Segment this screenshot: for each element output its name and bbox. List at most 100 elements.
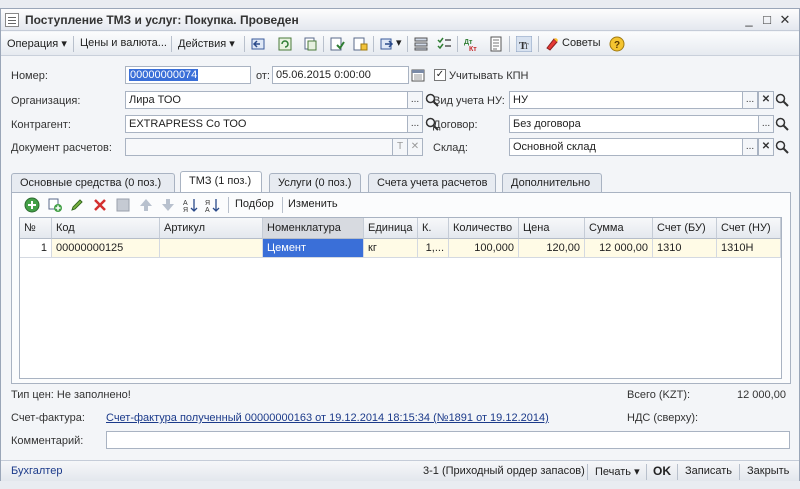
maximize-button[interactable]: □	[759, 12, 775, 28]
svg-text:A: A	[183, 200, 188, 207]
warehouse-select-button[interactable]: ...	[742, 138, 758, 156]
vat-label: НДС (сверху):	[627, 412, 699, 424]
tab-fixed-assets[interactable]: Основные средства (0 поз.)	[11, 173, 175, 192]
organization-field[interactable]: Лира ТОО	[125, 91, 408, 109]
contract-label: Договор:	[433, 119, 478, 131]
column-header-coefficient[interactable]: К.	[418, 218, 449, 239]
inventory-table[interactable]: № Код Артикул Номенклатура Единица К. Ко…	[19, 217, 782, 379]
toolbar-separator	[739, 464, 740, 480]
invoice-link[interactable]: Счет-фактура полученный 00000000163 от 1…	[106, 412, 549, 424]
clear-icon[interactable]: ✕	[758, 138, 774, 156]
copy-row-icon[interactable]	[47, 197, 63, 213]
clear-icon[interactable]: ✕	[758, 91, 774, 109]
number-field[interactable]: 00000000074	[125, 66, 251, 84]
contractor-select-button[interactable]: ...	[407, 115, 423, 133]
tips-button[interactable]: Советы	[562, 37, 600, 49]
tab-additional[interactable]: Дополнительно	[502, 173, 602, 192]
receipt-order-button[interactable]: 3-1 (Приходный ордер запасов)	[423, 465, 585, 477]
contractor-field[interactable]: EXTRAPRESS Co ТОО	[125, 115, 408, 133]
copy-document-icon[interactable]	[302, 36, 318, 52]
sort-ascending-icon[interactable]: AЯ	[183, 197, 199, 213]
tab-inventory[interactable]: ТМЗ (1 поз.)	[180, 171, 262, 193]
contract-field[interactable]: Без договора	[509, 115, 759, 133]
column-header-account-nu[interactable]: Счет (НУ)	[717, 218, 781, 239]
comment-field[interactable]	[106, 431, 790, 449]
table-row-cell-number[interactable]: 1	[20, 239, 52, 258]
table-row-cell-account-nu[interactable]: 1310Н	[717, 239, 781, 258]
tips-icon[interactable]	[544, 36, 560, 52]
table-row-cell-coefficient[interactable]: 1,...	[418, 239, 449, 258]
warehouse-field[interactable]: Основной склад	[509, 138, 743, 156]
minimize-button[interactable]: _	[741, 12, 757, 28]
total-label: Всего (KZT):	[627, 389, 691, 401]
sort-descending-icon[interactable]: ЯA	[205, 197, 221, 213]
text-format-icon[interactable]: TT	[516, 36, 532, 52]
add-row-icon[interactable]	[24, 197, 40, 213]
table-row-cell-unit[interactable]: кг	[364, 239, 418, 258]
delete-row-icon[interactable]	[92, 197, 108, 213]
main-toolbar: Операция ▾ Цены и валюта... Действия ▾ ▾…	[1, 32, 799, 56]
checklist-icon[interactable]	[436, 36, 452, 52]
refresh-icon[interactable]	[277, 36, 293, 52]
tab-settlement-accounts[interactable]: Счета учета расчетов	[368, 173, 496, 192]
table-row-cell-price[interactable]: 120,00	[519, 239, 585, 258]
role-label[interactable]: Бухгалтер	[11, 465, 62, 477]
tax-account-select-button[interactable]: ...	[742, 91, 758, 109]
contract-select-button[interactable]: ...	[758, 115, 774, 133]
close-button[interactable]: Закрыть	[747, 465, 789, 477]
column-header-account-bu[interactable]: Счет (БУ)	[653, 218, 717, 239]
ok-button[interactable]: OK	[653, 464, 671, 478]
date-field[interactable]: 05.06.2015 0:00:00	[272, 66, 409, 84]
post-document-icon[interactable]	[329, 36, 345, 52]
column-header-sum[interactable]: Сумма	[585, 218, 653, 239]
create-based-on-icon[interactable]	[379, 36, 395, 52]
report-icon[interactable]	[488, 36, 504, 52]
table-row-cell-quantity[interactable]: 100,000	[449, 239, 519, 258]
table-row-cell-article[interactable]	[160, 239, 263, 258]
dt-kt-icon[interactable]: ДтКт	[463, 36, 479, 52]
type-select-icon[interactable]: T	[392, 138, 408, 156]
print-menu[interactable]: Печать ▾	[595, 465, 640, 478]
tax-account-type-field[interactable]: НУ	[509, 91, 743, 109]
column-header-number[interactable]: №	[20, 218, 52, 239]
column-header-quantity[interactable]: Количество	[449, 218, 519, 239]
save-button[interactable]: Записать	[685, 465, 732, 477]
toolbar-separator	[228, 197, 229, 213]
clear-icon[interactable]: ✕	[407, 138, 423, 156]
toolbar-separator	[509, 36, 510, 52]
actions-menu[interactable]: Действия ▾	[178, 37, 235, 50]
organization-select-button[interactable]: ...	[407, 91, 423, 109]
search-icon[interactable]	[774, 92, 790, 108]
toolbar-separator	[323, 36, 324, 52]
table-row-cell-account-bu[interactable]: 1310	[653, 239, 717, 258]
move-down-icon[interactable]	[160, 197, 176, 213]
structure-icon[interactable]	[413, 36, 429, 52]
column-header-article[interactable]: Артикул	[160, 218, 263, 239]
search-icon[interactable]	[774, 139, 790, 155]
move-up-icon[interactable]	[138, 197, 154, 213]
back-arrow-icon[interactable]	[250, 36, 266, 52]
end-edit-icon[interactable]	[115, 197, 131, 213]
table-row-cell-nomenclature[interactable]: Цемент	[263, 239, 364, 258]
pick-button[interactable]: Подбор	[235, 198, 274, 210]
chevron-down-icon[interactable]: ▾	[396, 36, 402, 49]
settlement-doc-field[interactable]	[125, 138, 393, 156]
table-toolbar: AЯ ЯA Подбор Изменить	[12, 193, 790, 217]
edit-row-icon[interactable]	[69, 197, 85, 213]
help-icon[interactable]: ?	[609, 36, 625, 52]
table-row-cell-code[interactable]: 00000000125	[52, 239, 160, 258]
close-window-button[interactable]: ✕	[777, 12, 793, 28]
operation-menu[interactable]: Операция ▾	[7, 37, 67, 50]
calendar-icon[interactable]	[410, 67, 426, 83]
change-button[interactable]: Изменить	[288, 198, 338, 210]
column-header-price[interactable]: Цена	[519, 218, 585, 239]
kpn-checkbox[interactable]: ✓	[434, 69, 446, 81]
table-row-cell-sum[interactable]: 12 000,00	[585, 239, 653, 258]
prices-currency-button[interactable]: Цены и валюта...	[80, 37, 167, 49]
search-icon[interactable]	[774, 116, 790, 132]
column-header-unit[interactable]: Единица	[364, 218, 418, 239]
tab-services[interactable]: Услуги (0 поз.)	[269, 173, 361, 192]
unpost-document-icon[interactable]	[352, 36, 368, 52]
column-header-code[interactable]: Код	[52, 218, 160, 239]
column-header-nomenclature[interactable]: Номенклатура	[263, 218, 364, 239]
